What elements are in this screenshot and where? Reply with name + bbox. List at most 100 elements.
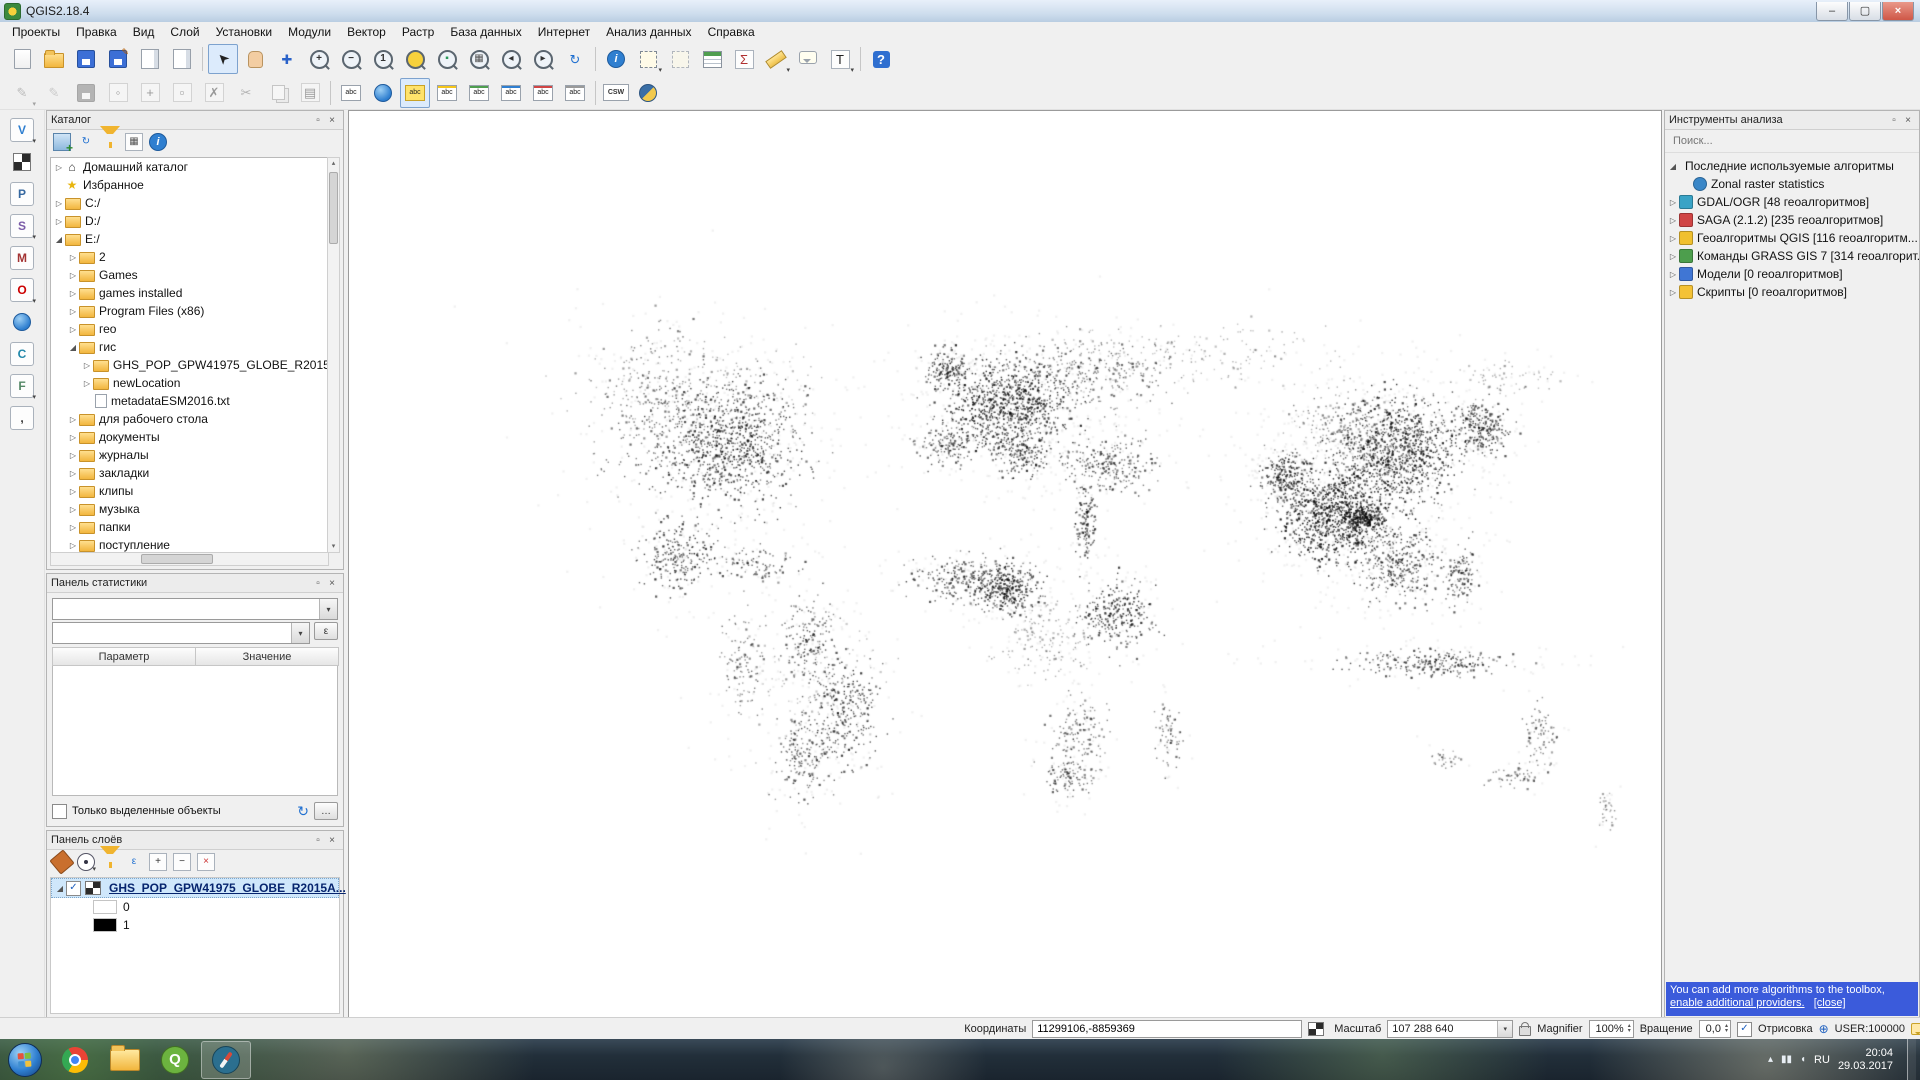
label-abc-2-button[interactable] bbox=[464, 78, 494, 108]
toolbox-tree-item[interactable]: ▷SAGA (2.1.2) [235 геоалгоритмов] bbox=[1665, 211, 1919, 229]
expander-icon[interactable]: ▷ bbox=[67, 271, 79, 280]
scroll-down-icon[interactable]: ▾ bbox=[328, 541, 339, 552]
start-button[interactable] bbox=[8, 1043, 42, 1077]
refresh-map-button[interactable]: ↻ bbox=[560, 44, 590, 74]
identify-button[interactable]: i bbox=[601, 44, 631, 74]
catalog-tree-item[interactable]: ▷GHS_POP_GPW41975_GLOBE_R2015A_ bbox=[51, 356, 328, 374]
expander-icon[interactable]: ▷ bbox=[67, 307, 79, 316]
catalog-refresh-button[interactable]: ↻ bbox=[75, 131, 97, 153]
catalog-tree-item[interactable]: ▷games installed bbox=[51, 284, 328, 302]
remove-layer-button[interactable]: × bbox=[195, 851, 217, 873]
toolbox-tree-item[interactable]: ▷Команды GRASS GIS 7 [314 геоалгорит... bbox=[1665, 247, 1919, 265]
coordinates-input[interactable] bbox=[1032, 1020, 1302, 1038]
catalog-tree-item[interactable]: ★Избранное bbox=[51, 176, 328, 194]
expander-icon[interactable]: ▷ bbox=[1667, 288, 1679, 297]
tray-volume-icon[interactable]: ◖ bbox=[1800, 1054, 1806, 1065]
crs-label[interactable]: USER:100000 bbox=[1835, 1023, 1905, 1035]
zoom-last-button[interactable]: ◂ bbox=[496, 44, 526, 74]
help-button[interactable]: ? bbox=[866, 44, 896, 74]
expander-icon[interactable]: ▷ bbox=[67, 469, 79, 478]
dock-icon[interactable]: ▫ bbox=[1887, 115, 1901, 126]
catalog-horizontal-scrollbar[interactable] bbox=[50, 552, 329, 566]
expander-icon[interactable]: ▷ bbox=[1667, 216, 1679, 225]
zoom-next-button[interactable]: ▸ bbox=[528, 44, 558, 74]
expander-icon[interactable]: ▷ bbox=[67, 505, 79, 514]
layer-row[interactable]: ◢ ✓ GHS_POP_GPW41975_GLOBE_R2015A... bbox=[51, 878, 339, 898]
menu-item-5[interactable]: Модули bbox=[280, 23, 339, 41]
expander-icon[interactable]: ▷ bbox=[81, 361, 93, 370]
label-abc-4-button[interactable] bbox=[528, 78, 558, 108]
extents-icon[interactable] bbox=[1308, 1022, 1324, 1036]
expander-icon[interactable]: ◢ bbox=[54, 884, 66, 893]
save-project-as-button[interactable]: ✎ bbox=[103, 44, 133, 74]
open-attribute-table-button[interactable] bbox=[697, 44, 727, 74]
magnifier-spinbox[interactable]: 100% ▴▾ bbox=[1589, 1020, 1634, 1038]
menu-item-2[interactable]: Вид bbox=[125, 23, 163, 41]
add-feature-button[interactable]: ◦ bbox=[103, 78, 133, 108]
toolbox-tree-item[interactable]: ◢Последние используемые алгоритмы bbox=[1665, 157, 1919, 175]
rotation-spinbox[interactable]: 0,0 ▴▾ bbox=[1699, 1020, 1731, 1038]
close-icon[interactable]: × bbox=[1901, 115, 1915, 126]
labeling-button[interactable] bbox=[336, 78, 366, 108]
collapse-all-button[interactable]: − bbox=[171, 851, 193, 873]
expander-icon[interactable]: ▷ bbox=[1667, 198, 1679, 207]
label-highlight-button[interactable] bbox=[400, 78, 430, 108]
toolbox-search-input[interactable] bbox=[1671, 134, 1913, 148]
catalog-tree-item[interactable]: ▷журналы bbox=[51, 446, 328, 464]
chevron-down-icon[interactable]: ▾ bbox=[291, 623, 309, 643]
catalog-tree-item[interactable]: ◢E:/ bbox=[51, 230, 328, 248]
catalog-add-layer-button[interactable] bbox=[51, 131, 73, 153]
copy-features-button[interactable] bbox=[263, 78, 293, 108]
expander-icon[interactable]: ▷ bbox=[67, 433, 79, 442]
scroll-thumb[interactable] bbox=[329, 172, 338, 244]
add-postgis-layer-button[interactable]: P bbox=[7, 179, 37, 209]
catalog-vertical-scrollbar[interactable]: ▴ ▾ bbox=[327, 157, 340, 553]
csw-button[interactable] bbox=[601, 78, 631, 108]
expander-icon[interactable]: ◢ bbox=[67, 343, 79, 352]
taskbar-explorer-button[interactable] bbox=[101, 1042, 149, 1078]
expander-icon[interactable]: ▷ bbox=[67, 415, 79, 424]
render-checkbox[interactable]: ✓ bbox=[1737, 1022, 1752, 1037]
maximize-button[interactable]: ▢ bbox=[1849, 2, 1881, 21]
messages-icon[interactable] bbox=[1911, 1023, 1920, 1035]
save-edits-button[interactable] bbox=[71, 78, 101, 108]
map-tips-button[interactable] bbox=[793, 44, 823, 74]
catalog-tree-item[interactable]: ▷⌂Домашний каталог bbox=[51, 158, 328, 176]
tray-expand-icon[interactable]: ▴ bbox=[1768, 1054, 1773, 1065]
new-composer-button[interactable] bbox=[135, 44, 165, 74]
banner-close-link[interactable]: [close] bbox=[1814, 997, 1846, 1009]
toolbox-tree-item[interactable]: Zonal raster statistics bbox=[1665, 175, 1919, 193]
deselect-features-button[interactable] bbox=[665, 44, 695, 74]
catalog-tree-item[interactable]: ▷закладки bbox=[51, 464, 328, 482]
measure-button[interactable]: ▾ bbox=[761, 44, 791, 74]
add-raster-layer-button[interactable] bbox=[7, 147, 37, 177]
scroll-thumb[interactable] bbox=[141, 554, 213, 564]
zoom-to-layer-button[interactable]: ▦ bbox=[464, 44, 494, 74]
toolbox-tree-item[interactable]: ▷Скрипты [0 геоалгоритмов] bbox=[1665, 283, 1919, 301]
toolbox-tree-item[interactable]: ▷GDAL/OGR [48 геоалгоритмов] bbox=[1665, 193, 1919, 211]
catalog-tree-item[interactable]: ▷Games bbox=[51, 266, 328, 284]
python-console-button[interactable] bbox=[633, 78, 663, 108]
taskbar-qgis-browser-button[interactable]: Q bbox=[151, 1042, 199, 1078]
label-abc-3-button[interactable] bbox=[496, 78, 526, 108]
current-edits-button[interactable]: ✎▾ bbox=[7, 78, 37, 108]
expand-all-button[interactable]: + bbox=[147, 851, 169, 873]
catalog-tree-item[interactable]: ▷гео bbox=[51, 320, 328, 338]
add-delimited-text-button[interactable]: , bbox=[7, 403, 37, 433]
pan-hand-button[interactable] bbox=[240, 44, 270, 74]
catalog-tree-view-button[interactable]: ▦ bbox=[123, 131, 145, 153]
menu-item-3[interactable]: Слой bbox=[162, 23, 207, 41]
catalog-tree-item[interactable]: ▷клипы bbox=[51, 482, 328, 500]
close-icon[interactable]: × bbox=[325, 115, 339, 126]
expander-icon[interactable]: ▷ bbox=[1667, 270, 1679, 279]
add-oracle-layer-button[interactable]: O▾ bbox=[7, 275, 37, 305]
chevron-down-icon[interactable]: ▾ bbox=[1497, 1021, 1512, 1037]
catalog-filter-button[interactable] bbox=[99, 131, 121, 153]
filter-legend-button[interactable] bbox=[99, 851, 121, 873]
close-icon[interactable]: × bbox=[325, 578, 339, 589]
catalog-tree-item[interactable]: ▷музыка bbox=[51, 500, 328, 518]
menu-item-7[interactable]: Растр bbox=[394, 23, 442, 41]
dock-icon[interactable]: ▫ bbox=[311, 115, 325, 126]
close-icon[interactable]: × bbox=[325, 835, 339, 846]
taskbar-clock[interactable]: 20:04 29.03.2017 bbox=[1838, 1047, 1899, 1073]
